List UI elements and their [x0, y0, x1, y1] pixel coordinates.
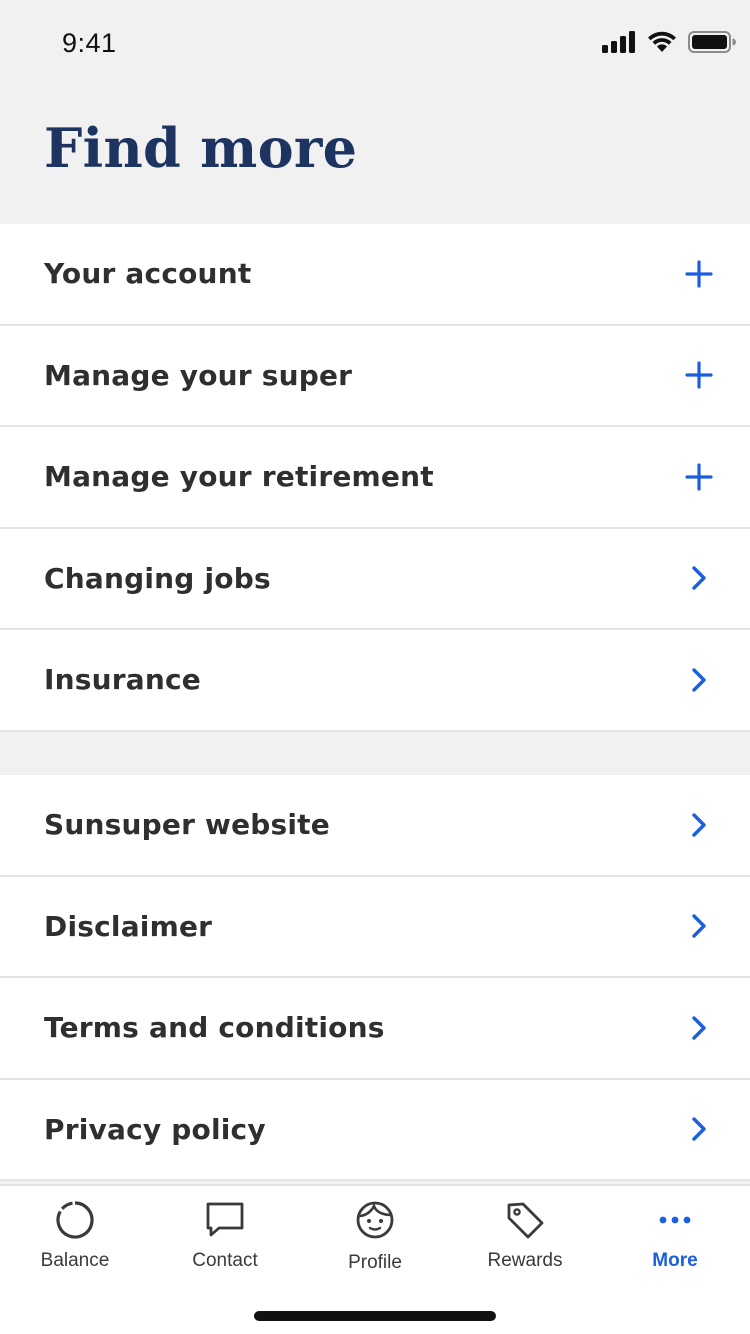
bottom-tab-bar: Balance Contact Profile Rewards More — [0, 1184, 750, 1334]
menu-item-terms-and-conditions[interactable]: Terms and conditions — [0, 978, 750, 1080]
menu-item-insurance[interactable]: Insurance — [0, 630, 750, 732]
menu-item-your-account[interactable]: Your account — [0, 224, 750, 326]
secondary-menu-list: Sunsuper website Disclaimer Terms and co… — [0, 775, 750, 1181]
menu-item-label: Changing jobs — [44, 561, 271, 595]
menu-item-disclaimer[interactable]: Disclaimer — [0, 876, 750, 978]
primary-menu-list: Your account Manage your super Manage yo… — [0, 224, 750, 732]
chevron-right-icon — [684, 1114, 714, 1144]
balance-ring-icon — [53, 1198, 97, 1242]
menu-item-label: Manage your retirement — [44, 460, 434, 494]
plus-icon[interactable] — [684, 259, 714, 289]
chevron-right-icon — [684, 1013, 714, 1043]
menu-item-changing-jobs[interactable]: Changing jobs — [0, 528, 750, 630]
menu-item-label: Sunsuper website — [44, 808, 330, 842]
menu-item-label: Disclaimer — [44, 909, 213, 943]
tag-icon — [503, 1198, 547, 1242]
tab-more[interactable]: More — [600, 1186, 750, 1282]
tab-label: More — [652, 1250, 698, 1271]
tab-balance[interactable]: Balance — [0, 1186, 150, 1282]
cellular-signal-icon — [602, 31, 635, 53]
chevron-right-icon — [684, 810, 714, 840]
tab-label: Balance — [40, 1250, 110, 1271]
menu-item-manage-your-retirement[interactable]: Manage your retirement — [0, 427, 750, 529]
tab-label: Rewards — [487, 1250, 563, 1271]
menu-item-manage-your-super[interactable]: Manage your super — [0, 325, 750, 427]
tab-label: Contact — [192, 1250, 258, 1271]
plus-icon[interactable] — [684, 462, 714, 492]
face-icon — [353, 1198, 397, 1242]
menu-item-label: Privacy policy — [44, 1112, 266, 1146]
find-more-screen: 9:41 Find more Your account Manage your … — [0, 0, 750, 1334]
menu-item-sunsuper-website[interactable]: Sunsuper website — [0, 775, 750, 877]
tab-profile[interactable]: Profile — [300, 1186, 450, 1282]
menu-item-label: Manage your super — [44, 358, 353, 392]
tab-label: Profile — [348, 1252, 402, 1273]
status-icons — [602, 30, 736, 54]
plus-icon[interactable] — [684, 360, 714, 390]
more-dots-icon — [653, 1198, 697, 1242]
menu-item-label: Terms and conditions — [44, 1011, 385, 1045]
home-indicator[interactable] — [254, 1311, 496, 1321]
tab-contact[interactable]: Contact — [150, 1186, 300, 1282]
status-time: 9:41 — [62, 28, 117, 58]
chevron-right-icon — [684, 665, 714, 695]
menu-item-privacy-policy[interactable]: Privacy policy — [0, 1079, 750, 1181]
tab-list: Balance Contact Profile Rewards More — [0, 1186, 750, 1282]
chevron-right-icon — [684, 563, 714, 593]
chevron-right-icon — [684, 911, 714, 941]
menu-item-label: Insurance — [44, 663, 201, 697]
battery-icon — [688, 31, 736, 53]
wifi-icon — [648, 31, 676, 52]
status-bar: 9:41 — [0, 0, 750, 88]
page-title: Find more — [44, 116, 358, 180]
page-header: Find more — [0, 88, 750, 224]
menu-item-label: Your account — [44, 257, 252, 291]
tab-rewards[interactable]: Rewards — [450, 1186, 600, 1282]
chat-bubble-icon — [203, 1198, 247, 1242]
